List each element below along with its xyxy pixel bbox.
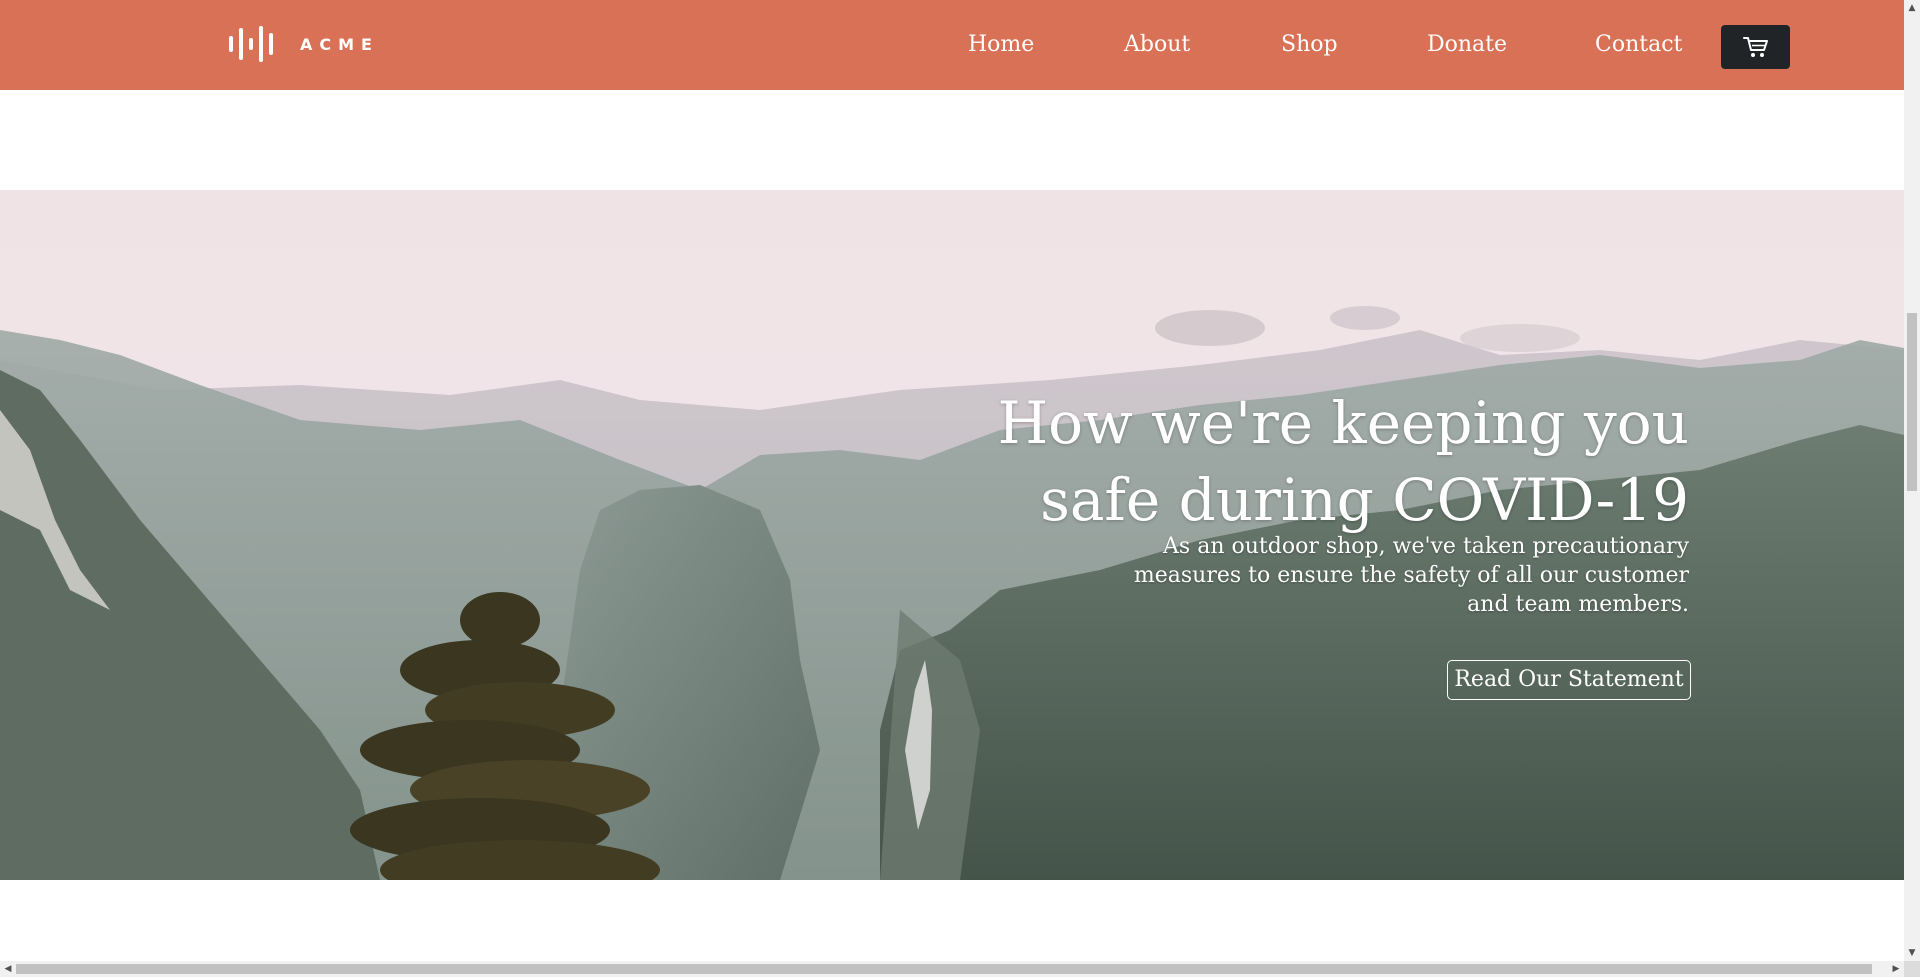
- read-statement-button[interactable]: Read Our Statement: [1447, 660, 1691, 700]
- hero-banner: How we're keeping you safe during COVID-…: [0, 190, 1904, 880]
- hero-description: As an outdoor shop, we've taken precauti…: [1133, 534, 1689, 617]
- horizontal-scrollbar[interactable]: ◀ ▶: [0, 961, 1904, 977]
- cart-button[interactable]: [1721, 25, 1790, 69]
- site-header: ACME Home About Shop Donate Contact: [0, 0, 1904, 90]
- chevron-down-icon[interactable]: ▼: [1904, 945, 1920, 961]
- vertical-scrollbar[interactable]: ▲ ▼: [1904, 0, 1920, 961]
- nav-home[interactable]: Home: [968, 30, 1034, 60]
- horizontal-scroll-thumb[interactable]: [16, 964, 1872, 974]
- hero-title: How we're keeping you safe during COVID-…: [997, 389, 1689, 534]
- chevron-left-icon[interactable]: ◀: [0, 961, 16, 977]
- nav-about[interactable]: About: [1124, 30, 1190, 60]
- cart-icon: [1742, 37, 1768, 57]
- nav-contact[interactable]: Contact: [1595, 30, 1682, 60]
- chevron-up-icon[interactable]: ▲: [1904, 0, 1920, 16]
- main-nav: Home About Shop Donate Contact: [0, 0, 1904, 90]
- vertical-scroll-thumb[interactable]: [1907, 313, 1917, 491]
- chevron-right-icon[interactable]: ▶: [1888, 961, 1904, 977]
- nav-shop[interactable]: Shop: [1281, 30, 1338, 60]
- scrollbar-corner: [1904, 961, 1920, 977]
- nav-donate[interactable]: Donate: [1427, 30, 1507, 60]
